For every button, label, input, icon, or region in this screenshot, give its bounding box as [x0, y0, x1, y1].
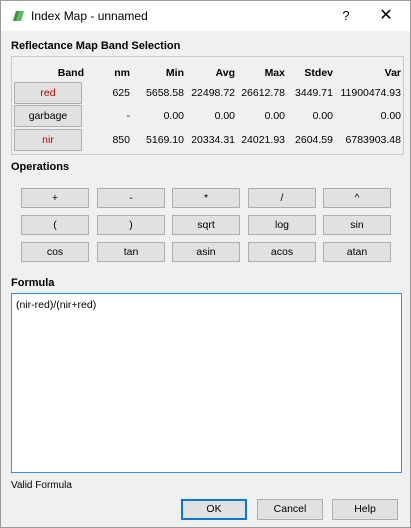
cell-nm: -: [126, 110, 131, 122]
formula-editor[interactable]: (nir-red)/(nir+red): [11, 293, 402, 473]
band-button-garbage[interactable]: garbage: [14, 105, 82, 127]
cancel-button[interactable]: Cancel: [257, 499, 323, 520]
operations-title: Operations: [11, 161, 70, 173]
op-button-cos[interactable]: cos: [21, 242, 89, 262]
close-icon[interactable]: ✕: [371, 5, 401, 27]
cell-max: 0.00: [264, 110, 285, 122]
cell-avg: 20334.31: [191, 134, 235, 146]
cell-avg: 0.00: [214, 110, 235, 122]
header-var: Var: [384, 67, 401, 79]
help-button[interactable]: Help: [332, 499, 398, 520]
status-message: Valid Formula: [11, 480, 72, 491]
header-stdev: Stdev: [304, 67, 333, 79]
op-button-tan[interactable]: tan: [97, 242, 165, 262]
cell-stdev: 3449.71: [295, 87, 333, 99]
op-button-minus[interactable]: -: [97, 188, 165, 208]
header-avg: Avg: [215, 67, 235, 79]
formula-title: Formula: [11, 277, 55, 289]
ok-button[interactable]: OK: [181, 499, 247, 520]
band-table: Band nm Min Avg Max Stdev Var red 625 56…: [11, 56, 404, 155]
band-selection-title: Reflectance Map Band Selection: [11, 40, 181, 52]
cell-max: 26612.78: [241, 87, 285, 99]
band-table-header: Band nm Min Avg Max Stdev Var: [12, 62, 403, 84]
band-button-red[interactable]: red: [14, 82, 82, 104]
op-button-atan[interactable]: atan: [323, 242, 391, 262]
cell-var: 6783903.48: [345, 134, 401, 146]
band-row-garbage: garbage - 0.00 0.00 0.00 0.00 0.00: [12, 105, 403, 127]
header-max: Max: [264, 67, 285, 79]
band-row-red: red 625 5658.58 22498.72 26612.78 3449.7…: [12, 82, 403, 104]
op-button-power[interactable]: ^: [323, 188, 391, 208]
cell-var: 11900474.93: [340, 87, 401, 99]
op-button-sqrt[interactable]: sqrt: [172, 215, 240, 235]
title-bar[interactable]: Index Map - unnamed ? ✕: [1, 1, 410, 31]
cell-min: 5169.10: [146, 134, 184, 146]
cell-stdev: 2604.59: [295, 134, 333, 146]
op-button-acos[interactable]: acos: [248, 242, 316, 262]
cell-min: 0.00: [163, 110, 184, 122]
index-map-dialog: Index Map - unnamed ? ✕ Reflectance Map …: [0, 0, 411, 528]
formula-text: (nir-red)/(nir+red): [16, 299, 97, 311]
cell-var: 0.00: [380, 110, 401, 122]
cell-stdev: 0.00: [312, 110, 333, 122]
op-button-plus[interactable]: +: [21, 188, 89, 208]
op-button-sin[interactable]: sin: [323, 215, 391, 235]
cell-min: 5658.58: [146, 87, 184, 99]
op-button-asin[interactable]: asin: [172, 242, 240, 262]
cell-max: 24021.93: [241, 134, 285, 146]
window-title: Index Map - unnamed: [31, 9, 148, 23]
cell-avg: 22498.72: [191, 87, 235, 99]
cell-nm: 850: [112, 134, 130, 146]
op-button-divide[interactable]: /: [248, 188, 316, 208]
header-band: Band: [57, 67, 84, 79]
op-button-multiply[interactable]: *: [172, 188, 240, 208]
header-min: Min: [165, 67, 184, 79]
app-icon: [13, 11, 24, 21]
op-button-close-paren[interactable]: ): [97, 215, 165, 235]
op-button-log[interactable]: log: [248, 215, 316, 235]
band-row-nir: nir 850 5169.10 20334.31 24021.93 2604.5…: [12, 129, 403, 151]
band-button-nir[interactable]: nir: [14, 129, 82, 151]
header-nm: nm: [114, 67, 130, 79]
cell-nm: 625: [112, 87, 130, 99]
help-title-button[interactable]: ?: [333, 5, 359, 27]
op-button-open-paren[interactable]: (: [21, 215, 89, 235]
